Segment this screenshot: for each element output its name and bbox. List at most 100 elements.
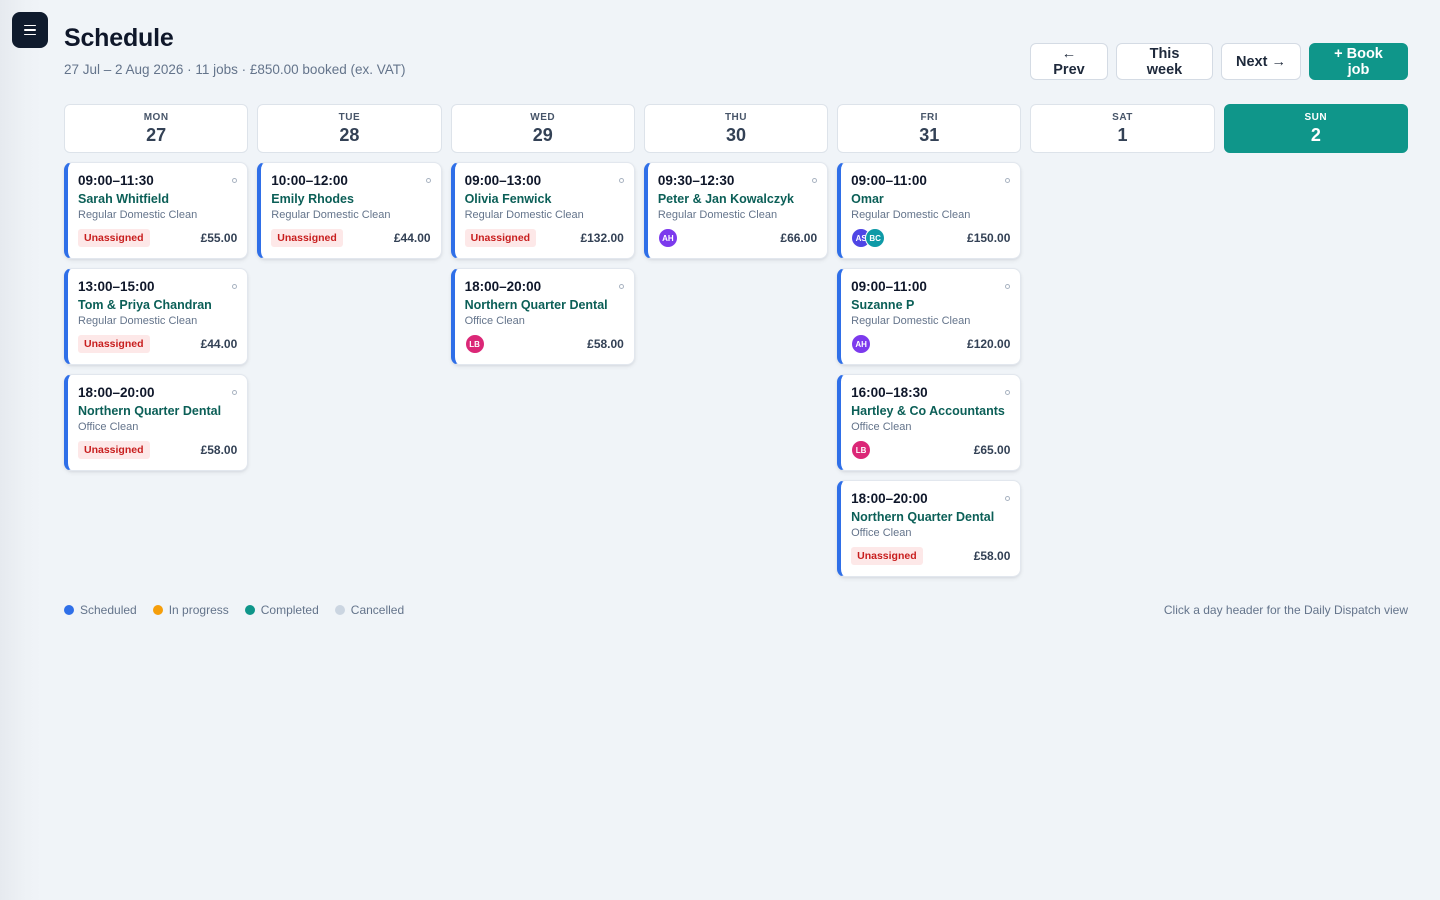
staff-avatars: LB <box>464 334 485 354</box>
job-footer: LB £58.00 <box>464 334 624 354</box>
job-card[interactable]: 18:00–20:00 Northern Quarter Dental Office… <box>837 480 1022 577</box>
job-card[interactable]: 09:30–12:30 Peter & Jan Kowalczyk Regular … <box>643 162 829 259</box>
unassigned-badge: Unassigned <box>78 441 150 459</box>
legend-dot-icon <box>334 605 345 615</box>
job-price: £55.00 <box>200 231 238 245</box>
day-number: 27 <box>146 124 167 145</box>
day-header[interactable]: WED 29 <box>450 104 635 153</box>
unassigned-badge: Unassigned <box>78 335 150 353</box>
legend-item: Scheduled <box>64 603 137 617</box>
job-price: £58.00 <box>973 549 1011 563</box>
day-header[interactable]: SAT 1 <box>1030 104 1215 153</box>
job-footer: Unassigned £55.00 <box>78 228 237 248</box>
day-column: TUE 28 10:00–12:00 Emily Rhodes Regular Dome… <box>257 104 442 577</box>
job-price: £65.00 <box>973 443 1011 457</box>
job-footer: AS BC £150.00 <box>851 228 1010 248</box>
legend-item: In progress <box>152 603 229 617</box>
day-column: WED 29 09:00–13:00 Olivia Fenwick Regular Do… <box>450 104 635 577</box>
day-of-week: MON <box>143 111 169 123</box>
job-card[interactable]: 10:00–12:00 Emily Rhodes Regular Domestic … <box>257 162 442 259</box>
legend-dot-icon <box>64 605 74 615</box>
hamburger-icon-line <box>24 29 36 31</box>
day-number: 30 <box>725 124 746 145</box>
job-card[interactable]: 18:00–20:00 Northern Quarter Dental Office… <box>450 268 635 365</box>
job-client: Olivia Fenwick <box>464 192 552 206</box>
legend-label: Cancelled <box>350 603 405 617</box>
staff-avatars: LB <box>851 440 872 460</box>
sidebar-strip <box>0 0 44 900</box>
job-card[interactable]: 09:00–11:30 Sarah Whitfield Regular Domest… <box>64 162 249 259</box>
day-header[interactable]: MON 27 <box>64 104 249 153</box>
job-footer: Unassigned £58.00 <box>851 546 1010 566</box>
legend-item: Completed <box>244 603 319 617</box>
job-time: 09:00–11:30 <box>78 173 154 188</box>
job-footer: Unassigned £44.00 <box>78 334 237 354</box>
this-week-button[interactable]: This week <box>1116 43 1213 80</box>
unassigned-badge: Unassigned <box>464 229 537 247</box>
job-time: 13:00–15:00 <box>78 279 155 294</box>
job-service: Regular Domestic Clean <box>851 315 971 327</box>
legend-item: Cancelled <box>334 603 405 617</box>
job-client: Northern Quarter Dental <box>78 404 222 418</box>
day-header[interactable]: TUE 28 <box>257 104 442 153</box>
job-card[interactable]: 09:00–13:00 Olivia Fenwick Regular Domesti… <box>450 162 635 259</box>
job-service: Regular Domestic Clean <box>271 209 391 221</box>
job-client: Omar <box>851 192 884 206</box>
status-legend: Scheduled In progress Completed Cancelled <box>64 603 404 617</box>
job-client: Northern Quarter Dental <box>851 510 995 524</box>
job-card[interactable]: 16:00–18:30 Hartley & Co Accountants Offic… <box>837 374 1022 471</box>
job-price: £120.00 <box>967 337 1011 351</box>
prev-week-button[interactable]: ← Prev <box>1030 43 1108 80</box>
menu-button[interactable] <box>12 12 48 48</box>
job-time: 18:00–20:00 <box>78 385 155 400</box>
day-of-week: WED <box>530 111 556 123</box>
day-of-week: SUN <box>1304 111 1328 123</box>
job-service: Regular Domestic Clean <box>851 209 971 221</box>
day-of-week: SAT <box>1112 111 1133 123</box>
job-footer: Unassigned £44.00 <box>271 228 431 248</box>
staff-avatar: LB <box>851 440 872 460</box>
status-ring-icon <box>425 178 431 183</box>
hamburger-icon-line <box>24 24 36 27</box>
job-time: 09:30–12:30 <box>657 173 735 188</box>
day-header[interactable]: FRI 31 <box>837 104 1022 153</box>
job-card[interactable]: 09:00–11:00 Omar Regular Domestic Clean AS B… <box>837 162 1022 259</box>
job-price: £66.00 <box>780 231 818 245</box>
week-toolbar: ← Prev This week Next → + Book job <box>1030 43 1408 80</box>
job-client: Tom & Priya Chandran <box>78 298 212 312</box>
unassigned-badge: Unassigned <box>851 547 923 565</box>
job-card[interactable]: 18:00–20:00 Northern Quarter Dental Office… <box>64 374 249 471</box>
day-column: THU 30 09:30–12:30 Peter & Jan Kowalczyk Reg… <box>643 104 829 577</box>
job-price: £58.00 <box>200 443 238 457</box>
job-client: Hartley & Co Accountants <box>851 404 1005 418</box>
job-service: Regular Domestic Clean <box>78 315 198 327</box>
job-footer: Unassigned £132.00 <box>464 228 624 248</box>
job-client: Suzanne P <box>851 298 915 312</box>
day-header[interactable]: SUN 2 <box>1223 104 1408 153</box>
unassigned-badge: Unassigned <box>271 229 343 247</box>
day-number: 28 <box>339 124 360 145</box>
book-job-button[interactable]: + Book job <box>1309 43 1408 80</box>
job-service: Regular Domestic Clean <box>78 209 198 221</box>
day-header[interactable]: THU 30 <box>643 104 829 153</box>
job-price: £150.00 <box>967 231 1011 245</box>
job-time: 09:00–11:00 <box>851 173 927 188</box>
day-number: 1 <box>1117 124 1128 145</box>
job-card[interactable]: 09:00–11:00 Suzanne P Regular Domestic Cle… <box>837 268 1022 365</box>
day-column: SAT 1 <box>1030 104 1215 577</box>
job-price: £58.00 <box>587 337 624 351</box>
day-of-week: THU <box>724 111 748 123</box>
job-service: Office Clean <box>78 421 139 433</box>
job-price: £44.00 <box>393 231 431 245</box>
dispatch-hint: Click a day header for the Daily Dispatc… <box>1163 603 1408 617</box>
next-week-button[interactable]: Next → <box>1221 43 1301 80</box>
day-column: SUN 2 <box>1223 104 1408 577</box>
job-service: Office Clean <box>851 421 912 433</box>
job-service: Regular Domestic Clean <box>657 209 778 221</box>
staff-avatar: AH <box>657 228 678 248</box>
staff-avatar: AH <box>851 334 872 354</box>
job-card[interactable]: 13:00–15:00 Tom & Priya Chandran Regular D… <box>64 268 249 365</box>
legend-dot-icon <box>152 605 163 615</box>
day-column: MON 27 09:00–11:30 Sarah Whitfield Regular D… <box>64 104 249 577</box>
job-footer: AH £120.00 <box>851 334 1010 354</box>
